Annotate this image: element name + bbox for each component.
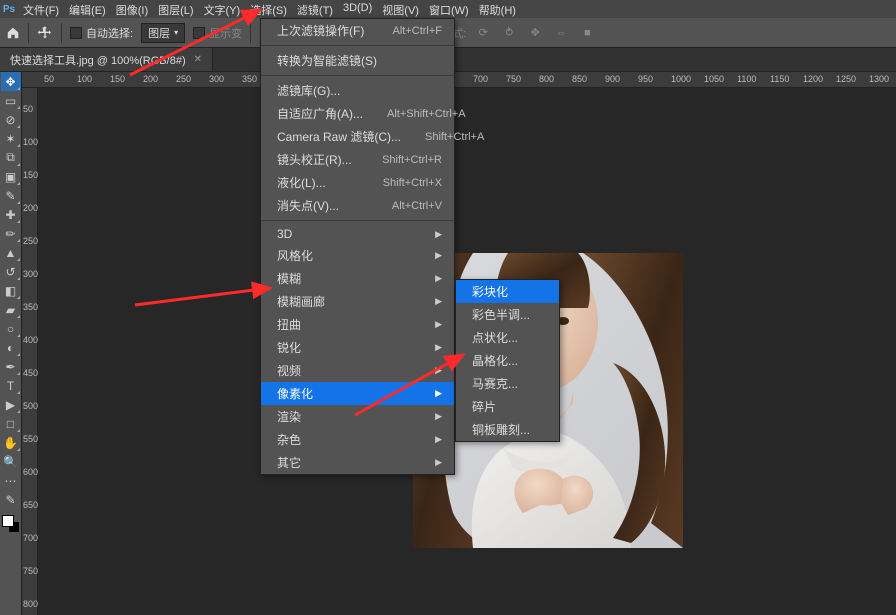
frame-tool[interactable]: ▣ [1, 167, 21, 186]
edit-toolbar[interactable]: ✎ [1, 490, 21, 509]
roll-icon[interactable]: ⥁ [500, 24, 518, 42]
menu-item[interactable]: 模糊▶ [261, 267, 454, 290]
menu-item[interactable]: 锐化▶ [261, 336, 454, 359]
blur-tool[interactable]: ○ [1, 319, 21, 338]
eyedropper-tool[interactable]: ✎ [1, 186, 21, 205]
submenu-arrow-icon: ▶ [435, 229, 442, 240]
menu-item[interactable]: 像素化▶ [261, 382, 454, 405]
layer-dropdown[interactable]: 图层▾ [141, 23, 185, 43]
menu-item[interactable]: 晶格化... [456, 349, 559, 372]
menu-1[interactable]: 编辑(E) [64, 0, 111, 18]
menu-item[interactable]: 转换为智能滤镜(S) [261, 49, 454, 72]
menu-item[interactable]: Camera Raw 滤镜(C)...Shift+Ctrl+A [261, 125, 454, 148]
menu-item[interactable]: 彩色半调... [456, 303, 559, 326]
menu-6[interactable]: 滤镜(T) [292, 0, 338, 18]
pixelate-submenu: 彩块化彩色半调...点状化...晶格化...马赛克...碎片铜板雕刻... [455, 279, 560, 442]
tab-title: 快速选择工具.jpg @ 100%(RGB/8#) [10, 52, 186, 68]
menu-item[interactable]: 液化(L)...Shift+Ctrl+X [261, 171, 454, 194]
submenu-arrow-icon: ▶ [435, 342, 442, 353]
menu-item[interactable]: 碎片 [456, 395, 559, 418]
submenu-arrow-icon: ▶ [435, 434, 442, 445]
shape-tool[interactable]: □ [1, 414, 21, 433]
submenu-arrow-icon: ▶ [435, 388, 442, 399]
move-icon [37, 25, 53, 41]
menu-item[interactable]: 上次滤镜操作(F)Alt+Ctrl+F [261, 19, 454, 42]
submenu-arrow-icon: ▶ [435, 296, 442, 307]
menu-7[interactable]: 3D(D) [338, 0, 377, 18]
menu-item[interactable]: 彩块化 [456, 280, 559, 303]
submenu-arrow-icon: ▶ [435, 319, 442, 330]
history-brush-tool[interactable]: ↺ [1, 262, 21, 281]
slide-icon[interactable]: ⇔ [552, 24, 570, 42]
menu-item[interactable]: 风格化▶ [261, 244, 454, 267]
filter-menu: 上次滤镜操作(F)Alt+Ctrl+F 转换为智能滤镜(S) 滤镜库(G)...自适… [260, 18, 455, 475]
scale3d-icon[interactable]: ■ [578, 24, 596, 42]
quick-select-tool[interactable]: ✶ [1, 129, 21, 148]
auto-select-label: 自动选择: [86, 25, 133, 41]
menu-item[interactable]: 点状化... [456, 326, 559, 349]
menu-9[interactable]: 窗口(W) [424, 0, 474, 18]
menu-item[interactable]: 模糊画廊▶ [261, 290, 454, 313]
ruler-vertical: 5010015020025030035040045050055060065070… [22, 88, 38, 615]
menu-item[interactable]: 消失点(V)...Alt+Ctrl+V [261, 194, 454, 217]
menu-5[interactable]: 选择(S) [245, 0, 292, 18]
menubar: Ps 文件(F)编辑(E)图像(I)图层(L)文字(Y)选择(S)滤镜(T)3D… [0, 0, 896, 18]
submenu-arrow-icon: ▶ [435, 273, 442, 284]
crop-tool[interactable]: ⧉ [1, 148, 21, 167]
menu-item[interactable]: 滤镜库(G)... [261, 79, 454, 102]
stamp-tool[interactable]: ▲ [1, 243, 21, 262]
menu-item[interactable]: 自适应广角(A)...Alt+Shift+Ctrl+A [261, 102, 454, 125]
healing-tool[interactable]: ✚ [1, 205, 21, 224]
menu-item[interactable]: 扭曲▶ [261, 313, 454, 336]
menu-item[interactable]: 其它▶ [261, 451, 454, 474]
close-icon[interactable]: ✕ [194, 54, 202, 65]
eraser-tool[interactable]: ◧ [1, 281, 21, 300]
menu-item[interactable]: 杂色▶ [261, 428, 454, 451]
submenu-arrow-icon: ▶ [435, 250, 442, 261]
dodge-tool[interactable]: ◐ [1, 338, 21, 357]
menu-10[interactable]: 帮助(H) [474, 0, 521, 18]
submenu-arrow-icon: ▶ [435, 365, 442, 376]
show-transform-checkbox[interactable]: 显示变 [193, 25, 242, 41]
menu-item[interactable]: 3D▶ [261, 224, 454, 244]
menu-item[interactable]: 渲染▶ [261, 405, 454, 428]
menu-3[interactable]: 图层(L) [153, 0, 198, 18]
menu-4[interactable]: 文字(Y) [199, 0, 246, 18]
type-tool[interactable]: T [1, 376, 21, 395]
menu-item[interactable]: 马赛克... [456, 372, 559, 395]
lasso-tool[interactable]: ⊘ [1, 110, 21, 129]
menu-8[interactable]: 视图(V) [377, 0, 424, 18]
submenu-arrow-icon: ▶ [435, 411, 442, 422]
menu-0[interactable]: 文件(F) [18, 0, 64, 18]
auto-select-checkbox[interactable]: 自动选择: [70, 25, 133, 41]
ruler-horizontal: 5010015020025030035040045050055060065070… [22, 72, 896, 88]
hand-tool[interactable]: ✋ [1, 433, 21, 452]
brush-tool[interactable]: ✏ [1, 224, 21, 243]
document-tab[interactable]: 快速选择工具.jpg @ 100%(RGB/8#) ✕ [0, 48, 213, 71]
gradient-tool[interactable]: ▰ [1, 300, 21, 319]
more-tools[interactable]: ⋯ [1, 471, 21, 490]
color-swatches[interactable] [2, 515, 20, 533]
pan-icon[interactable]: ✥ [526, 24, 544, 42]
zoom-tool[interactable]: 🔍 [1, 452, 21, 471]
menu-item[interactable]: 视频▶ [261, 359, 454, 382]
orbit-icon[interactable]: ⟳ [474, 24, 492, 42]
menu-2[interactable]: 图像(I) [111, 0, 153, 18]
toolbox: ✥▭⊘✶⧉▣✎✚✏▲↺◧▰○◐✒T▶□✋🔍⋯✎ [0, 72, 22, 615]
home-icon[interactable] [6, 26, 20, 40]
marquee-tool[interactable]: ▭ [1, 91, 21, 110]
ps-icon: Ps [0, 0, 18, 18]
menu-item[interactable]: 铜板雕刻... [456, 418, 559, 441]
move-tool[interactable]: ✥ [1, 72, 21, 91]
submenu-arrow-icon: ▶ [435, 457, 442, 468]
path-select-tool[interactable]: ▶ [1, 395, 21, 414]
pen-tool[interactable]: ✒ [1, 357, 21, 376]
menu-item[interactable]: 镜头校正(R)...Shift+Ctrl+R [261, 148, 454, 171]
